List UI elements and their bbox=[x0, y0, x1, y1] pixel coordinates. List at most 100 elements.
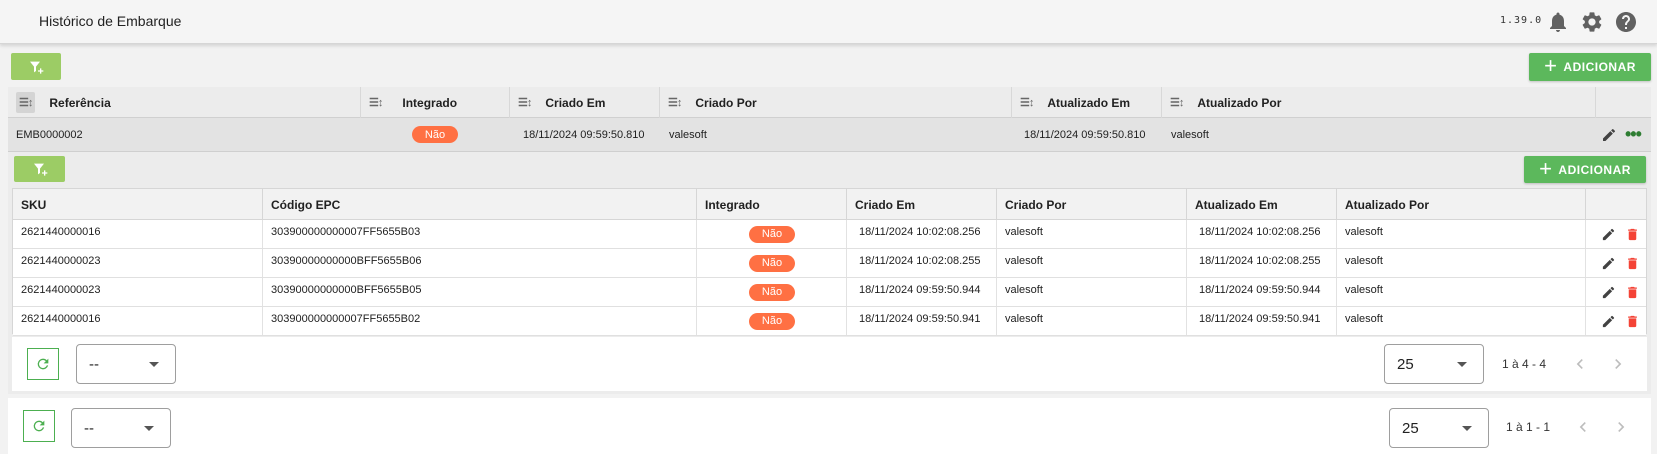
cell-epc: 303900000000007FF5655B02 bbox=[263, 307, 697, 335]
more-options-icon[interactable]: ••• bbox=[1625, 118, 1642, 151]
refresh-icon bbox=[37, 358, 49, 370]
version-label: 1.39.0 bbox=[1500, 15, 1543, 26]
table-row[interactable]: 2621440000016 303900000000007FF5655B03 N… bbox=[13, 220, 1646, 249]
cell-criado-em: 18/11/2024 10:02:08.256 bbox=[847, 220, 997, 248]
chevron-left-icon[interactable] bbox=[1570, 354, 1590, 374]
col-label: Atualizado Em bbox=[1047, 95, 1131, 110]
page-size-value: 25 bbox=[1402, 419, 1419, 437]
table-row[interactable]: EMB0000002 Não 18/11/2024 09:59:50.810 v… bbox=[8, 118, 1651, 152]
filter-select-value: -- bbox=[84, 419, 94, 437]
filter-select[interactable]: -- bbox=[71, 408, 171, 448]
page-size-select[interactable]: 25 bbox=[1389, 408, 1489, 448]
cell-criado-por: valesoft bbox=[669, 128, 707, 141]
col-codigo-epc[interactable]: Código EPC bbox=[263, 189, 697, 220]
col-sku[interactable]: SKU bbox=[13, 189, 263, 220]
delete-icon[interactable] bbox=[1625, 278, 1640, 306]
page-title: Histórico de Embarque bbox=[39, 13, 182, 29]
filter-select[interactable]: -- bbox=[76, 344, 176, 384]
sort-icon[interactable]: ☰↕ bbox=[1170, 96, 1184, 109]
chevron-right-icon[interactable] bbox=[1608, 354, 1628, 374]
delete-icon[interactable] bbox=[1625, 307, 1640, 335]
col-label: Criado Por bbox=[695, 95, 757, 110]
status-badge: Não bbox=[412, 126, 458, 143]
edit-icon[interactable] bbox=[1601, 118, 1617, 151]
col-actions bbox=[1595, 87, 1651, 118]
cell-referencia: EMB0000002 bbox=[16, 128, 83, 141]
pager-range: 1 à 1 - 1 bbox=[1506, 420, 1551, 434]
cell-integrado: Não bbox=[697, 278, 847, 306]
table-row[interactable]: 2621440000016 303900000000007FF5655B02 N… bbox=[13, 307, 1646, 336]
filter-add-icon bbox=[33, 163, 47, 176]
col-integrado[interactable]: ☰↕ Integrado bbox=[360, 87, 509, 118]
caret-down-icon bbox=[144, 426, 154, 431]
cell-criado-em: 18/11/2024 09:59:50.941 bbox=[847, 307, 997, 335]
refresh-button[interactable] bbox=[27, 348, 59, 380]
cell-epc: 30390000000000BFF5655B05 bbox=[263, 278, 697, 306]
chevron-left-icon[interactable] bbox=[1573, 417, 1593, 437]
col-label: Referência bbox=[49, 95, 111, 110]
inner-add-button[interactable]: + ADICIONAR bbox=[1524, 156, 1646, 183]
sort-icon[interactable]: ☰↕ bbox=[518, 96, 532, 109]
detail-pager: -- 25 1 à 4 - 4 bbox=[12, 337, 1647, 391]
col-label: Atualizado Por bbox=[1197, 95, 1282, 110]
filter-button[interactable] bbox=[11, 53, 61, 80]
sort-icon[interactable]: ☰↕ bbox=[16, 92, 36, 113]
cell-criado-em: 18/11/2024 09:59:50.810 bbox=[523, 128, 645, 141]
plus-icon: + bbox=[1539, 155, 1553, 181]
help-icon[interactable] bbox=[1614, 10, 1638, 34]
col-criado-por[interactable]: Criado Por bbox=[997, 189, 1187, 220]
inner-filter-button[interactable] bbox=[14, 156, 65, 182]
add-button-label: ADICIONAR bbox=[1563, 60, 1636, 74]
cell-atualizado-por: valesoft bbox=[1337, 220, 1586, 248]
delete-icon[interactable] bbox=[1625, 249, 1640, 277]
table-row[interactable]: 2621440000023 30390000000000BFF5655B05 N… bbox=[13, 278, 1646, 307]
col-atualizado-em[interactable]: Atualizado Em bbox=[1187, 189, 1337, 220]
gear-icon[interactable] bbox=[1580, 10, 1604, 34]
cell-atualizado-em: 18/11/2024 09:59:50.810 bbox=[1024, 128, 1146, 141]
status-badge: Não bbox=[749, 283, 795, 301]
cell-atualizado-em: 18/11/2024 09:59:50.941 bbox=[1187, 307, 1337, 335]
cell-sku: 2621440000023 bbox=[13, 278, 263, 306]
cell-criado-por: valesoft bbox=[997, 278, 1187, 306]
add-button[interactable]: + ADICIONAR bbox=[1529, 53, 1651, 81]
edit-icon[interactable] bbox=[1601, 307, 1616, 335]
col-label: Criado Em bbox=[545, 95, 606, 110]
outer-pager: -- 25 1 à 1 - 1 bbox=[8, 398, 1651, 454]
col-label: Integrado bbox=[402, 95, 458, 110]
col-criado-em[interactable]: Criado Em bbox=[847, 189, 997, 220]
sort-icon[interactable]: ☰↕ bbox=[668, 96, 682, 109]
col-atualizado-em[interactable]: ☰↕ Atualizado Em bbox=[1011, 87, 1161, 118]
col-referencia[interactable]: ☰↕ Referência bbox=[8, 87, 360, 118]
cell-atualizado-por: valesoft bbox=[1337, 278, 1586, 306]
col-criado-por[interactable]: ☰↕ Criado Por bbox=[659, 87, 1011, 118]
col-atualizado-por[interactable]: Atualizado Por bbox=[1337, 189, 1586, 220]
sort-icon[interactable]: ☰↕ bbox=[1020, 96, 1034, 109]
col-atualizado-por[interactable]: ☰↕ Atualizado Por bbox=[1161, 87, 1595, 118]
cell-integrado: Não bbox=[697, 249, 847, 277]
cell-criado-em: 18/11/2024 10:02:08.255 bbox=[847, 249, 997, 277]
caret-down-icon bbox=[1462, 426, 1472, 431]
chevron-right-icon[interactable] bbox=[1611, 417, 1631, 437]
col-integrado[interactable]: Integrado bbox=[697, 189, 847, 220]
cell-atualizado-em: 18/11/2024 09:59:50.944 bbox=[1187, 278, 1337, 306]
cell-criado-por: valesoft bbox=[997, 249, 1187, 277]
sort-icon[interactable]: ☰↕ bbox=[369, 96, 383, 109]
table-row[interactable]: 2621440000023 30390000000000BFF5655B06 N… bbox=[13, 249, 1646, 278]
add-button-label: ADICIONAR bbox=[1558, 162, 1631, 177]
app-header: Histórico de Embarque 1.39.0 bbox=[0, 0, 1657, 44]
edit-icon[interactable] bbox=[1601, 278, 1616, 306]
cell-integrado: Não bbox=[697, 220, 847, 248]
edit-icon[interactable] bbox=[1601, 249, 1616, 277]
refresh-button[interactable] bbox=[23, 410, 55, 442]
edit-icon[interactable] bbox=[1601, 220, 1616, 248]
bell-icon[interactable] bbox=[1546, 10, 1570, 34]
pager-range: 1 à 4 - 4 bbox=[1502, 357, 1547, 371]
col-criado-em[interactable]: ☰↕ Criado Em bbox=[509, 87, 659, 118]
cell-integrado: Não bbox=[697, 307, 847, 335]
cell-epc: 30390000000000BFF5655B06 bbox=[263, 249, 697, 277]
cell-integrado: Não bbox=[412, 118, 458, 151]
cell-sku: 2621440000016 bbox=[13, 307, 263, 335]
page-size-select[interactable]: 25 bbox=[1384, 344, 1484, 384]
caret-down-icon bbox=[149, 362, 159, 367]
delete-icon[interactable] bbox=[1625, 220, 1640, 248]
